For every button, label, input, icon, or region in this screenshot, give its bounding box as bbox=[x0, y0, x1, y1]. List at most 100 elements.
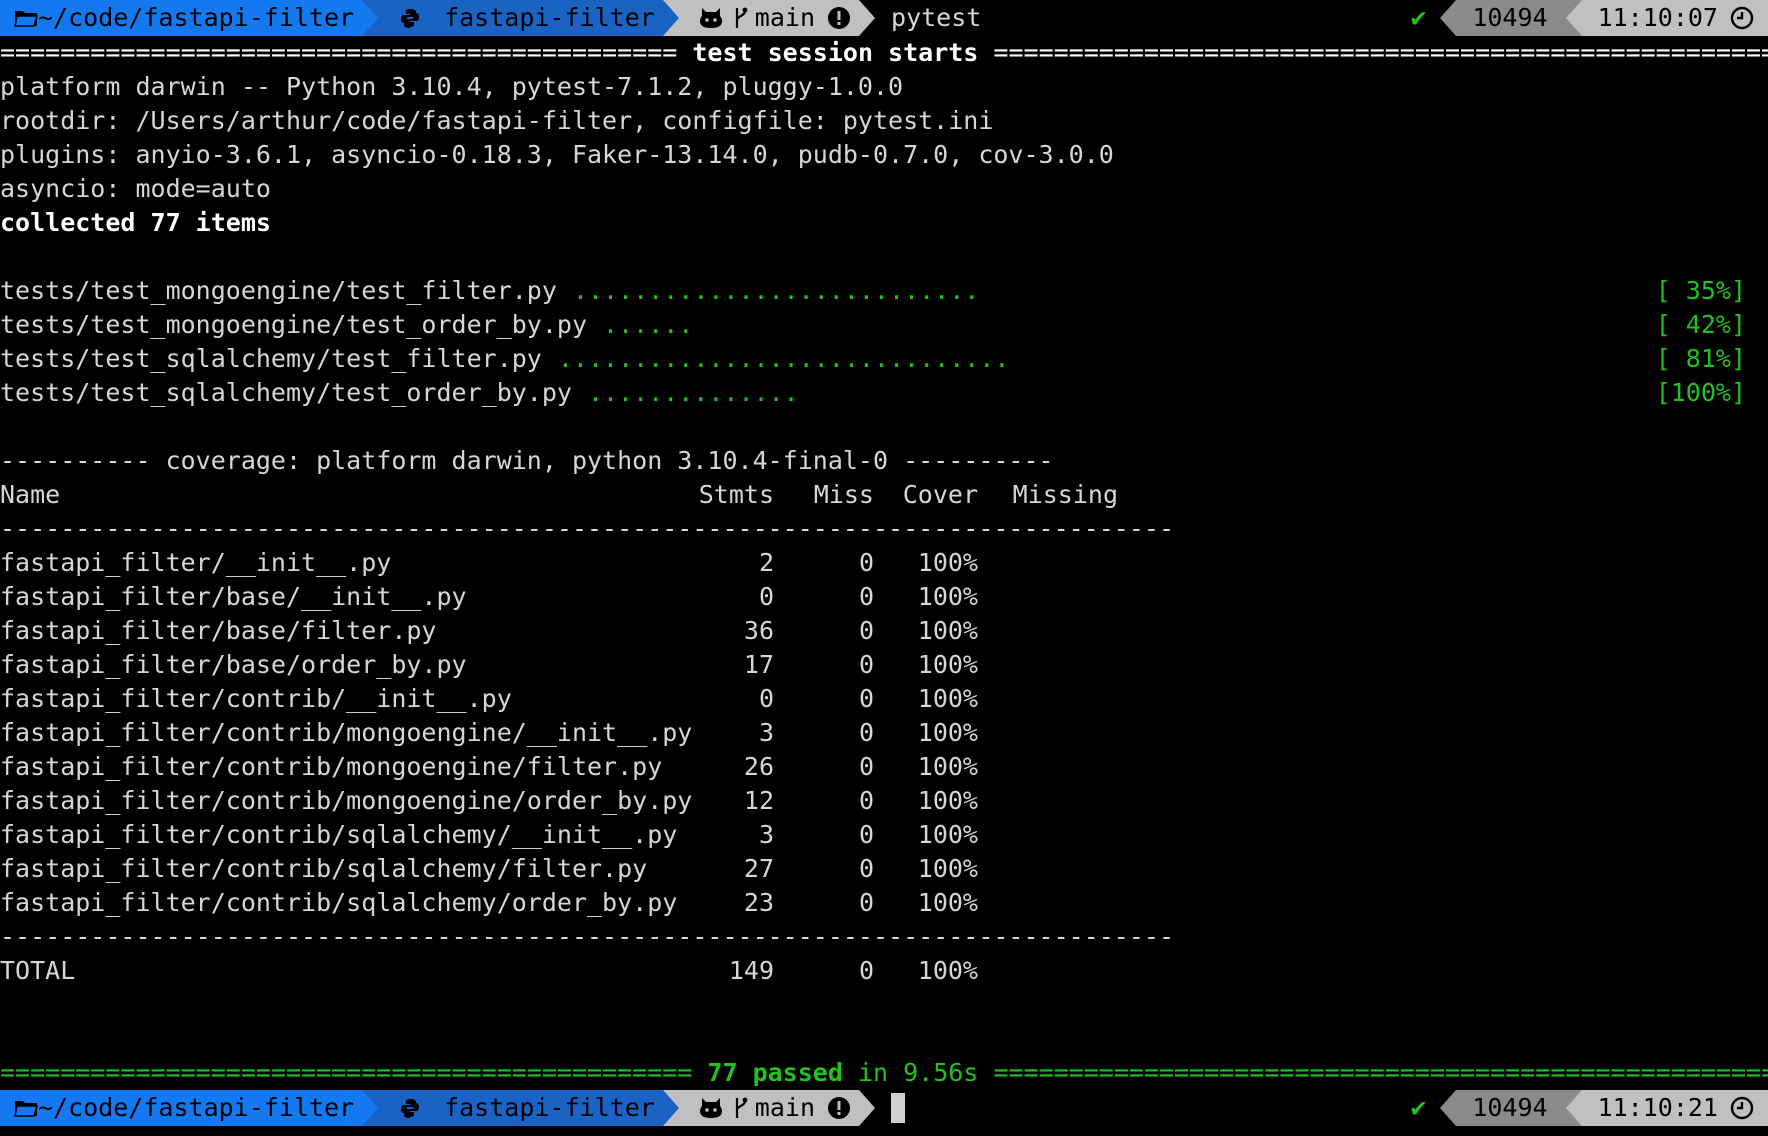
time-segment: 11:10:07 bbox=[1581, 0, 1768, 36]
history-segment: 10494 bbox=[1456, 0, 1566, 36]
test-file-line: tests/test_sqlalchemy/test_order_by.py .… bbox=[0, 376, 1768, 410]
coverage-header-missing: Missing bbox=[1012, 480, 1118, 509]
segment-separator bbox=[859, 1090, 876, 1126]
coverage-header-cover: Cover bbox=[902, 480, 978, 509]
coverage-miss: 0 bbox=[858, 684, 874, 713]
time-segment: 11:10:21 bbox=[1581, 1090, 1768, 1126]
coverage-cover: 100% bbox=[917, 582, 978, 611]
prompt-time: 11:10:07 bbox=[1597, 3, 1718, 32]
coverage-header-row: Name Stmts Miss Cover Missing bbox=[0, 478, 1768, 512]
coverage-title: ---------- coverage: platform darwin, py… bbox=[0, 446, 1054, 475]
test-file-name: tests/test_sqlalchemy/test_filter.py bbox=[0, 344, 542, 373]
test-file-line: tests/test_mongoengine/test_filter.py ..… bbox=[0, 274, 1768, 308]
prompt-git-segment: main bbox=[678, 1090, 860, 1126]
prompt-dir: ~/code/fastapi-filter bbox=[38, 3, 355, 32]
coverage-stmts: 0 bbox=[758, 582, 774, 611]
prompt-command: pytest bbox=[891, 3, 982, 32]
test-file-line: tests/test_sqlalchemy/test_filter.py ...… bbox=[0, 342, 1768, 376]
python-icon bbox=[400, 1098, 420, 1118]
coverage-stmts: 12 bbox=[743, 786, 774, 815]
segment-separator bbox=[362, 0, 379, 36]
test-progress: [ 35%] bbox=[1655, 276, 1746, 305]
coverage-stmts: 2 bbox=[758, 548, 774, 577]
coverage-row: fastapi_filter/base/order_by.py 17 0 100… bbox=[0, 648, 1768, 682]
coverage-total-stmts: 149 bbox=[728, 956, 774, 985]
prompt-venv-segment: fastapi-filter bbox=[378, 1090, 663, 1126]
branch-icon bbox=[733, 1096, 749, 1120]
coverage-cover: 100% bbox=[917, 548, 978, 577]
test-file-name: tests/test_mongoengine/test_filter.py bbox=[0, 276, 557, 305]
coverage-miss: 0 bbox=[858, 752, 874, 781]
test-progress: [ 42%] bbox=[1655, 310, 1746, 339]
coverage-cover: 100% bbox=[917, 752, 978, 781]
coverage-miss: 0 bbox=[858, 786, 874, 815]
test-file-name: tests/test_mongoengine/test_order_by.py bbox=[0, 310, 587, 339]
coverage-miss: 0 bbox=[858, 616, 874, 645]
coverage-cover: 100% bbox=[917, 854, 978, 883]
prompt-bottom-right: ✔ 10494 11:10:21 bbox=[1411, 1090, 1768, 1126]
coverage-row: fastapi_filter/contrib/mongoengine/order… bbox=[0, 784, 1768, 818]
coverage-miss: 0 bbox=[858, 582, 874, 611]
coverage-miss: 0 bbox=[858, 888, 874, 917]
coverage-file: fastapi_filter/contrib/mongoengine/__ini… bbox=[0, 718, 693, 747]
prompt-dir: ~/code/fastapi-filter bbox=[38, 1093, 355, 1122]
info-line-platform: platform darwin -- Python 3.10.4, pytest… bbox=[0, 72, 904, 101]
coverage-total-cover: 100% bbox=[917, 956, 978, 985]
session-header: test session starts bbox=[692, 38, 979, 67]
coverage-miss: 0 bbox=[858, 854, 874, 883]
test-file-name: tests/test_sqlalchemy/test_order_by.py bbox=[0, 378, 572, 407]
segment-separator bbox=[1440, 0, 1457, 36]
collected-line: collected 77 items bbox=[0, 208, 271, 237]
coverage-stmts: 0 bbox=[758, 684, 774, 713]
coverage-file: fastapi_filter/contrib/__init__.py bbox=[0, 684, 512, 713]
coverage-row: fastapi_filter/contrib/sqlalchemy/filter… bbox=[0, 852, 1768, 886]
coverage-miss: 0 bbox=[858, 718, 874, 747]
python-icon bbox=[400, 8, 420, 28]
coverage-cover: 100% bbox=[917, 888, 978, 917]
coverage-stmts: 3 bbox=[758, 718, 774, 747]
coverage-stmts: 27 bbox=[743, 854, 774, 883]
prompt-time: 11:10:21 bbox=[1597, 1093, 1718, 1122]
info-line-plugins: plugins: anyio-3.6.1, asyncio-0.18.3, Fa… bbox=[0, 140, 1114, 169]
segment-separator bbox=[362, 1090, 379, 1126]
info-line-asyncio: asyncio: mode=auto bbox=[0, 174, 271, 203]
prompt-dir-segment: ~/code/fastapi-filter bbox=[0, 0, 363, 36]
coverage-row: fastapi_filter/contrib/mongoengine/__ini… bbox=[0, 716, 1768, 750]
folder-icon bbox=[14, 1098, 38, 1118]
prompt-venv: fastapi-filter bbox=[444, 3, 655, 32]
segment-separator bbox=[1440, 1090, 1457, 1126]
coverage-file: fastapi_filter/contrib/mongoengine/filte… bbox=[0, 752, 663, 781]
summary-passed: 77 passed bbox=[707, 1058, 843, 1087]
segment-separator bbox=[1565, 1090, 1582, 1126]
warning-icon bbox=[827, 1096, 851, 1120]
coverage-stmts: 36 bbox=[743, 616, 774, 645]
coverage-stmts: 23 bbox=[743, 888, 774, 917]
check-icon: ✔ bbox=[1410, 1093, 1427, 1123]
coverage-cover: 100% bbox=[917, 684, 978, 713]
segment-separator bbox=[1565, 0, 1582, 36]
info-line-rootdir: rootdir: /Users/arthur/code/fastapi-filt… bbox=[0, 106, 994, 135]
coverage-cover: 100% bbox=[917, 718, 978, 747]
clock-icon bbox=[1730, 1096, 1754, 1120]
coverage-file: fastapi_filter/contrib/sqlalchemy/order_… bbox=[0, 888, 678, 917]
test-dots: .............................. bbox=[557, 344, 1010, 373]
coverage-row: fastapi_filter/__init__.py 2 0 100% bbox=[0, 546, 1768, 580]
prompt-branch: main bbox=[754, 1093, 816, 1122]
coverage-header-miss: Miss bbox=[813, 480, 874, 509]
history-count: 10494 bbox=[1472, 3, 1548, 32]
coverage-row: fastapi_filter/contrib/__init__.py 0 0 1… bbox=[0, 682, 1768, 716]
test-file-line: tests/test_mongoengine/test_order_by.py … bbox=[0, 308, 1768, 342]
terminal-window[interactable]: ~/code/fastapi-filter fastapi-filter mai… bbox=[0, 0, 1768, 1136]
coverage-miss: 0 bbox=[858, 820, 874, 849]
prompt-venv-segment: fastapi-filter bbox=[378, 0, 663, 36]
coverage-file: fastapi_filter/base/filter.py bbox=[0, 616, 437, 645]
test-dots: ...... bbox=[603, 310, 694, 339]
warning-icon bbox=[827, 6, 851, 30]
clock-icon bbox=[1730, 6, 1754, 30]
history-count: 10494 bbox=[1472, 1093, 1548, 1122]
terminal-cursor[interactable] bbox=[891, 1093, 906, 1123]
coverage-file: fastapi_filter/contrib/sqlalchemy/__init… bbox=[0, 820, 678, 849]
